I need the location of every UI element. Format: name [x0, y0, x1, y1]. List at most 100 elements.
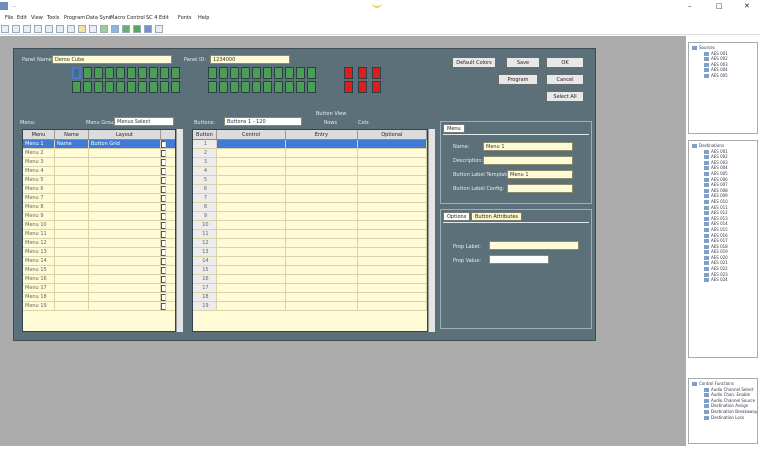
table-row[interactable]: 6: [193, 185, 427, 194]
preview-button[interactable]: [263, 67, 272, 79]
tree-item[interactable]: AES 005: [692, 73, 757, 79]
preview-button[interactable]: [344, 81, 353, 93]
table-row[interactable]: Menu 11: [23, 230, 175, 239]
menu-program[interactable]: Program: [64, 15, 85, 21]
table-cell[interactable]: Menu 7: [23, 194, 55, 202]
table-cell[interactable]: [89, 203, 161, 211]
table-cell[interactable]: [358, 302, 427, 310]
menu-help[interactable]: Help: [198, 15, 209, 21]
table-cell[interactable]: [358, 293, 427, 301]
table-cell[interactable]: Menu 18: [23, 293, 55, 301]
tab-menu[interactable]: Menu: [443, 124, 465, 133]
help-icon[interactable]: [155, 25, 163, 33]
prop-label-field[interactable]: [489, 241, 579, 250]
table-cell[interactable]: [217, 293, 287, 301]
table-cell[interactable]: [286, 212, 358, 220]
print-icon[interactable]: [67, 25, 75, 33]
tree-item[interactable]: Destination Lock: [692, 415, 757, 421]
table-cell[interactable]: Menu 4: [23, 167, 55, 175]
table-cell[interactable]: [286, 248, 358, 256]
minimize-icon[interactable]: –: [688, 2, 692, 10]
table-cell[interactable]: Menu 10: [23, 221, 55, 229]
table-cell[interactable]: [89, 230, 161, 238]
table-row[interactable]: 19: [193, 302, 427, 311]
table-cell[interactable]: [358, 284, 427, 292]
table-cell[interactable]: [217, 275, 287, 283]
table-row[interactable]: 17: [193, 284, 427, 293]
table-cell[interactable]: Menu 19: [23, 302, 55, 310]
table-cell[interactable]: [217, 302, 287, 310]
table-cell[interactable]: [357, 140, 427, 148]
table-row[interactable]: Menu 12: [23, 239, 175, 248]
dropdown-arrow-icon[interactable]: [161, 222, 166, 229]
preview-button[interactable]: [263, 81, 272, 93]
preview-button[interactable]: [241, 81, 250, 93]
radio-rows[interactable]: Rows: [324, 120, 337, 126]
table-cell[interactable]: Menu 9: [23, 212, 55, 220]
table-cell[interactable]: [358, 239, 427, 247]
dropdown-arrow-icon[interactable]: [161, 303, 166, 310]
preview-button[interactable]: [127, 67, 136, 79]
table-cell[interactable]: [55, 248, 89, 256]
table-row[interactable]: Menu 8: [23, 203, 175, 212]
table-cell[interactable]: [358, 212, 427, 220]
table-row[interactable]: Menu 4: [23, 167, 175, 176]
preview-button[interactable]: [344, 67, 353, 79]
panel-id-field[interactable]: 1234000: [210, 55, 290, 64]
menu-group-select[interactable]: Menus Select: [114, 117, 174, 126]
table-cell[interactable]: [217, 239, 287, 247]
table-cell[interactable]: [217, 257, 287, 265]
dropdown-arrow-icon[interactable]: [161, 231, 166, 238]
table-cell[interactable]: 15: [193, 266, 217, 274]
preview-button[interactable]: [171, 81, 180, 93]
name-field[interactable]: Menu 1: [483, 142, 573, 151]
preview-button[interactable]: [274, 67, 283, 79]
menu-file[interactable]: File: [5, 15, 13, 21]
table-cell[interactable]: [55, 284, 89, 292]
wand-icon[interactable]: [89, 25, 97, 33]
table-cell[interactable]: [217, 212, 287, 220]
dropdown-arrow-icon[interactable]: [161, 159, 166, 166]
table-cell[interactable]: [217, 158, 287, 166]
table-row[interactable]: Menu 2: [23, 149, 175, 158]
table-cell[interactable]: [286, 275, 358, 283]
description-field[interactable]: [483, 156, 573, 165]
table-cell[interactable]: [358, 149, 427, 157]
dropdown-arrow-icon[interactable]: [161, 258, 166, 265]
layout-icon[interactable]: [144, 25, 152, 33]
preview-button[interactable]: [72, 67, 81, 79]
table-cell[interactable]: [55, 185, 89, 193]
table-row[interactable]: Menu 14: [23, 257, 175, 266]
table-cell[interactable]: [55, 302, 89, 310]
entry-col-header[interactable]: Entry: [286, 130, 358, 139]
preview-button[interactable]: [230, 81, 239, 93]
table-row[interactable]: 5: [193, 176, 427, 185]
menu-fonts[interactable]: Fonts: [178, 15, 192, 21]
table-row[interactable]: 9: [193, 212, 427, 221]
table-row[interactable]: 7: [193, 194, 427, 203]
table-cell[interactable]: [89, 221, 161, 229]
car-icon[interactable]: [122, 25, 130, 33]
dropdown-arrow-icon[interactable]: [161, 195, 166, 202]
dropdown-arrow-icon[interactable]: [161, 249, 166, 256]
table-row[interactable]: Menu 17: [23, 284, 175, 293]
table-cell[interactable]: Menu 1: [23, 140, 55, 148]
tab-button-attributes[interactable]: Button Attributes: [471, 212, 523, 221]
table-cell[interactable]: [358, 275, 427, 283]
table-cell[interactable]: [286, 257, 358, 265]
preview-button[interactable]: [296, 81, 305, 93]
preview-button[interactable]: [94, 81, 103, 93]
table-cell[interactable]: [217, 194, 287, 202]
table-cell[interactable]: Name: [55, 140, 89, 148]
dropdown-arrow-icon[interactable]: [161, 267, 166, 274]
table-cell[interactable]: [286, 293, 358, 301]
table-cell[interactable]: 18: [193, 293, 217, 301]
table-cell[interactable]: [55, 149, 89, 157]
preview-button[interactable]: [149, 81, 158, 93]
table-row[interactable]: 8: [193, 203, 427, 212]
preview-button[interactable]: [252, 67, 261, 79]
table-row[interactable]: 18: [193, 293, 427, 302]
table-row[interactable]: 3: [193, 158, 427, 167]
preview-button[interactable]: [372, 81, 381, 93]
table-cell[interactable]: 1: [193, 140, 217, 148]
